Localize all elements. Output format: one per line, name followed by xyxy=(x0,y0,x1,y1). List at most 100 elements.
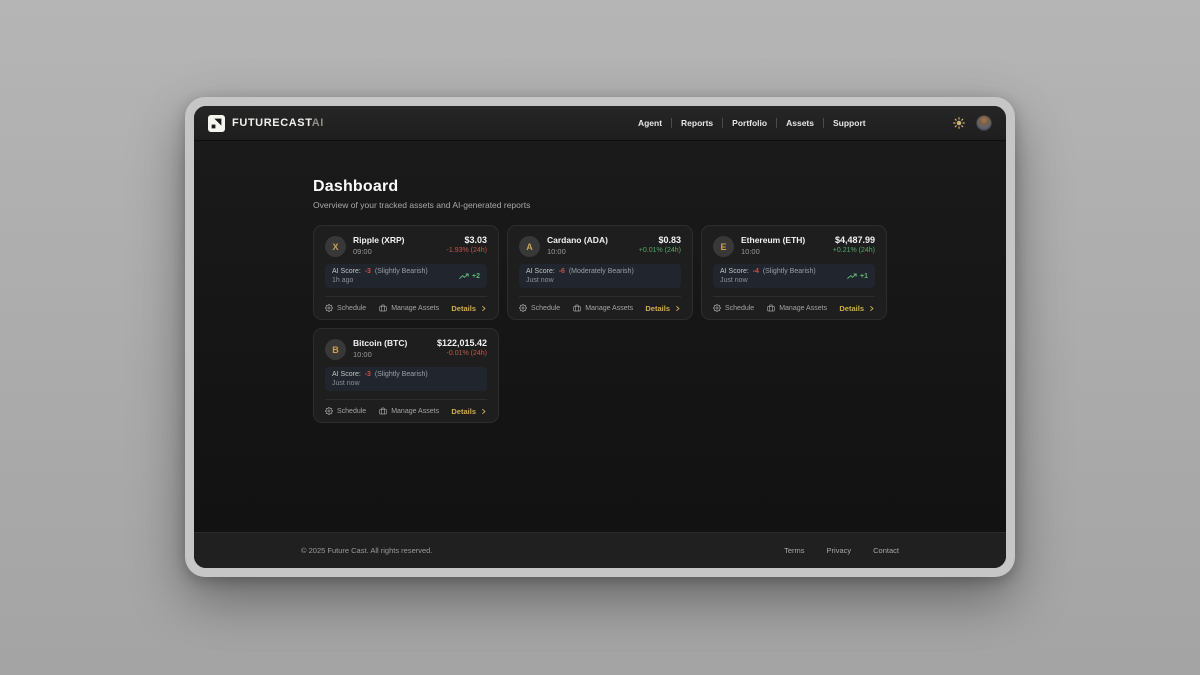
asset-coin-icon: E xyxy=(713,236,734,257)
page-subtitle: Overview of your tracked assets and AI-g… xyxy=(313,200,887,210)
asset-price: $0.83 xyxy=(639,235,681,245)
page-footer: © 2025 Future Cast. All rights reserved.… xyxy=(194,532,1006,568)
asset-time: 10:00 xyxy=(353,350,407,359)
trending-up-icon xyxy=(459,273,469,280)
nav-item-support[interactable]: Support xyxy=(824,118,875,128)
asset-time: 09:00 xyxy=(353,247,404,256)
top-navigation-bar: FUTURECASTAI Agent Reports Portfolio Ass… xyxy=(194,106,1006,141)
manage-assets-button[interactable]: Manage Assets xyxy=(767,304,827,312)
ai-score-panel: AI Score: -3 (Slightly Bearish) 1h ago +… xyxy=(325,264,487,288)
score-delta: +2 xyxy=(459,273,480,280)
app-screen: FUTURECASTAI Agent Reports Portfolio Ass… xyxy=(194,106,1006,568)
manage-assets-button[interactable]: Manage Assets xyxy=(573,304,633,312)
user-avatar[interactable] xyxy=(976,115,992,131)
asset-coin-icon: X xyxy=(325,236,346,257)
briefcase-icon xyxy=(767,304,775,312)
schedule-button[interactable]: Schedule xyxy=(713,304,754,312)
score-sentiment: (Slightly Bearish) xyxy=(763,268,816,275)
nav-item-portfolio[interactable]: Portfolio xyxy=(723,118,776,128)
score-label: AI Score: xyxy=(332,371,361,378)
footer-link-contact[interactable]: Contact xyxy=(873,546,899,555)
footer-link-terms[interactable]: Terms xyxy=(784,546,804,555)
ai-score-panel: AI Score: -3 (Slightly Bearish) Just now xyxy=(325,367,487,391)
nav-item-reports[interactable]: Reports xyxy=(672,118,722,128)
brand-logo[interactable]: FUTURECASTAI xyxy=(208,115,324,132)
briefcase-icon xyxy=(379,407,387,415)
asset-card-bitcoin: B Bitcoin (BTC) 10:00 $122,015.42 -0.01%… xyxy=(313,328,499,423)
details-button[interactable]: Details xyxy=(451,407,487,416)
asset-time: 10:00 xyxy=(547,247,608,256)
gear-icon xyxy=(713,304,721,312)
schedule-button[interactable]: Schedule xyxy=(325,407,366,415)
card-actions-bar: Schedule Manage Assets Details xyxy=(519,296,681,319)
asset-price: $3.03 xyxy=(447,235,487,245)
page-title: Dashboard xyxy=(313,178,887,196)
score-label: AI Score: xyxy=(332,268,361,275)
score-sentiment: (Slightly Bearish) xyxy=(375,268,428,275)
asset-time: 10:00 xyxy=(741,247,805,256)
details-button[interactable]: Details xyxy=(451,304,487,313)
browser-window: FUTURECASTAI Agent Reports Portfolio Ass… xyxy=(185,97,1015,577)
asset-price: $4,487.99 xyxy=(833,235,875,245)
score-updated: 1h ago xyxy=(332,277,428,284)
score-sentiment: (Moderately Bearish) xyxy=(569,268,634,275)
score-label: AI Score: xyxy=(526,268,555,275)
score-label: AI Score: xyxy=(720,268,749,275)
asset-name: Ripple (XRP) xyxy=(353,235,404,245)
topbar-right-controls xyxy=(953,115,992,131)
score-value: -3 xyxy=(365,371,371,378)
ai-score-panel: AI Score: -6 (Moderately Bearish) Just n… xyxy=(519,264,681,288)
schedule-button[interactable]: Schedule xyxy=(519,304,560,312)
score-updated: Just now xyxy=(720,277,816,284)
asset-name: Ethereum (ETH) xyxy=(741,235,805,245)
main-content: Dashboard Overview of your tracked asset… xyxy=(194,141,1006,532)
asset-card-ripple: X Ripple (XRP) 09:00 $3.03 -1.93% (24h) … xyxy=(313,225,499,320)
score-value: -6 xyxy=(559,268,565,275)
gear-icon xyxy=(519,304,527,312)
score-value: -4 xyxy=(753,268,759,275)
gear-icon xyxy=(325,407,333,415)
chevron-right-icon xyxy=(674,305,681,312)
asset-coin-icon: A xyxy=(519,236,540,257)
asset-change: +0.21% (24h) xyxy=(833,247,875,254)
score-updated: Just now xyxy=(332,380,428,387)
asset-price: $122,015.42 xyxy=(437,338,487,348)
gear-icon xyxy=(325,304,333,312)
asset-name: Cardano (ADA) xyxy=(547,235,608,245)
score-delta: +1 xyxy=(847,273,868,280)
card-actions-bar: Schedule Manage Assets Details xyxy=(713,296,875,319)
asset-change: -1.93% (24h) xyxy=(447,247,487,254)
manage-assets-button[interactable]: Manage Assets xyxy=(379,304,439,312)
footer-links: Terms Privacy Contact xyxy=(784,546,899,555)
asset-change: +0.01% (24h) xyxy=(639,247,681,254)
chevron-right-icon xyxy=(868,305,875,312)
asset-name: Bitcoin (BTC) xyxy=(353,338,407,348)
asset-card-grid: X Ripple (XRP) 09:00 $3.03 -1.93% (24h) … xyxy=(313,225,887,423)
score-value: -3 xyxy=(365,268,371,275)
details-button[interactable]: Details xyxy=(839,304,875,313)
footer-link-privacy[interactable]: Privacy xyxy=(827,546,852,555)
main-nav: Agent Reports Portfolio Assets Support xyxy=(629,118,875,128)
asset-change: -0.01% (24h) xyxy=(437,350,487,357)
card-actions-bar: Schedule Manage Assets Details xyxy=(325,296,487,319)
brand-logo-icon xyxy=(208,115,225,132)
theme-toggle-sun-icon[interactable] xyxy=(953,117,965,129)
details-button[interactable]: Details xyxy=(645,304,681,313)
score-sentiment: (Slightly Bearish) xyxy=(375,371,428,378)
chevron-right-icon xyxy=(480,305,487,312)
asset-card-ethereum: E Ethereum (ETH) 10:00 $4,487.99 +0.21% … xyxy=(701,225,887,320)
brand-name: FUTURECASTAI xyxy=(232,117,324,129)
asset-coin-icon: B xyxy=(325,339,346,360)
ai-score-panel: AI Score: -4 (Slightly Bearish) Just now… xyxy=(713,264,875,288)
schedule-button[interactable]: Schedule xyxy=(325,304,366,312)
manage-assets-button[interactable]: Manage Assets xyxy=(379,407,439,415)
card-actions-bar: Schedule Manage Assets Details xyxy=(325,399,487,422)
nav-item-agent[interactable]: Agent xyxy=(629,118,671,128)
chevron-right-icon xyxy=(480,408,487,415)
briefcase-icon xyxy=(573,304,581,312)
trending-up-icon xyxy=(847,273,857,280)
score-updated: Just now xyxy=(526,277,634,284)
copyright-text: © 2025 Future Cast. All rights reserved. xyxy=(301,546,432,555)
nav-item-assets[interactable]: Assets xyxy=(777,118,823,128)
briefcase-icon xyxy=(379,304,387,312)
